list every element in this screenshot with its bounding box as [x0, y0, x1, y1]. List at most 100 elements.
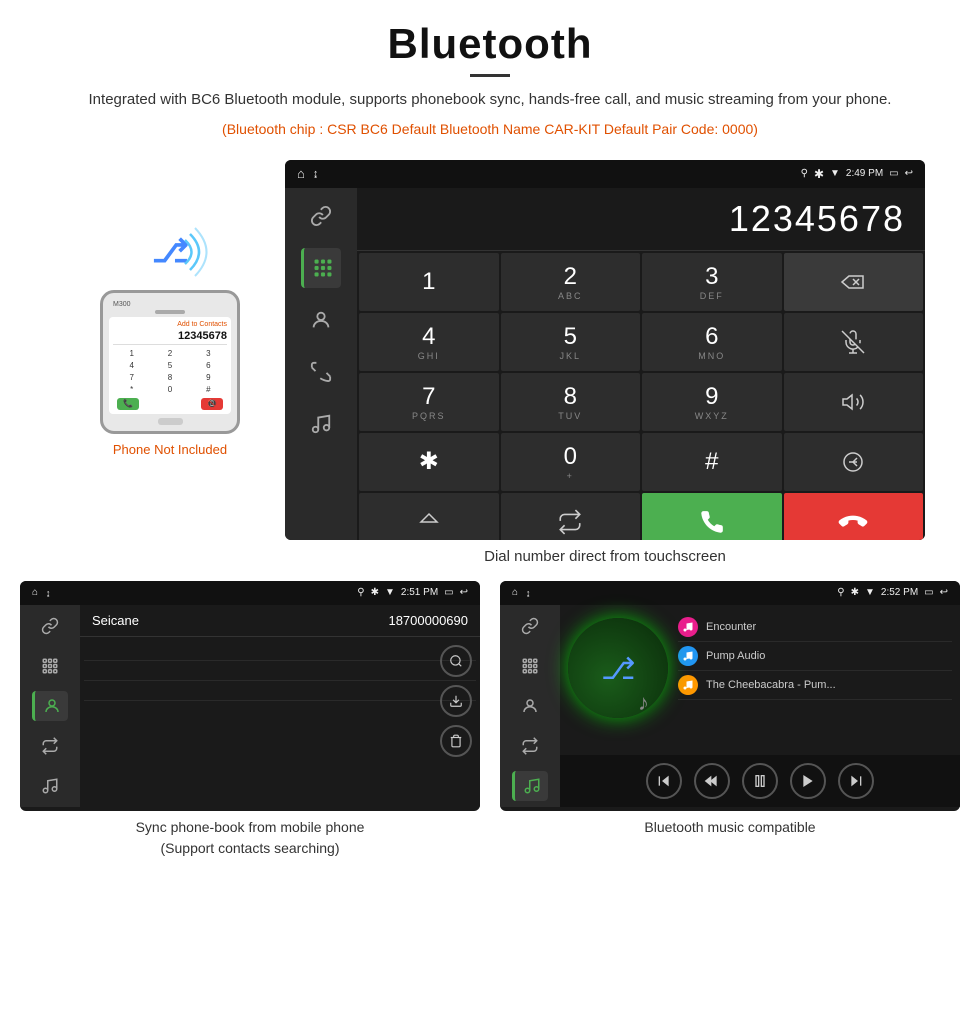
phone-key-hash[interactable]: #	[190, 384, 227, 395]
dial-key-4[interactable]: 4 GHI	[359, 313, 499, 371]
sidebar-contact-icon[interactable]	[301, 300, 341, 340]
dial-key-2[interactable]: 2 ABC	[501, 253, 641, 311]
bluetooth-status-icon: ✱	[814, 167, 824, 181]
phone-top-bar: M300	[109, 299, 231, 310]
music-screen-wrap: ⌂ ↨ ⚲ ✱ ▼ 2:52 PM ▭ ↩	[500, 581, 960, 859]
music-sidebar-contact[interactable]	[512, 691, 548, 721]
phone-key-7[interactable]: 7	[113, 372, 150, 383]
vinyl-disc: ⎇ ♪	[568, 618, 668, 718]
music-pause-button[interactable]	[742, 763, 778, 799]
contacts-delete-button[interactable]	[440, 725, 472, 757]
sidebar-call-transfer-icon[interactable]	[301, 352, 341, 392]
contacts-sidebar-contact[interactable]	[32, 691, 68, 721]
contacts-download-button[interactable]	[440, 685, 472, 717]
contacts-search-button[interactable]	[440, 645, 472, 677]
music-rewind-button[interactable]	[694, 763, 730, 799]
contacts-sidebar	[20, 605, 80, 807]
dial-key-call[interactable]	[642, 493, 782, 540]
music-next-button[interactable]	[838, 763, 874, 799]
dial-key-6[interactable]: 6 MNO	[642, 313, 782, 371]
dial-keypad: 1 2 ABC 3 DEF	[357, 251, 925, 540]
music-note-sidebar-icon	[41, 777, 59, 795]
music-contact-icon	[521, 697, 539, 715]
contacts-sidebar-link[interactable]	[32, 611, 68, 641]
page-subtitle: Integrated with BC6 Bluetooth module, su…	[80, 89, 900, 112]
svg-text:⎇: ⎇	[601, 653, 636, 686]
music-home-icon: ⌂	[512, 587, 518, 598]
music-play-button[interactable]	[790, 763, 826, 799]
dial-key-contacts[interactable]	[359, 493, 499, 540]
dial-key-volume[interactable]	[784, 373, 924, 431]
dial-key-end[interactable]	[784, 493, 924, 540]
phone-carrier: M300	[113, 301, 131, 308]
contacts-pin-icon: ⚲	[357, 587, 364, 598]
music-pin-icon: ⚲	[837, 587, 844, 598]
contacts-tools	[440, 645, 472, 757]
music-controls	[560, 755, 960, 807]
phone-call-button[interactable]: 📞	[117, 398, 139, 410]
sidebar-keypad-icon[interactable]	[301, 248, 341, 288]
music-icon-3	[682, 679, 694, 691]
phone-key-1[interactable]: 1	[113, 348, 150, 359]
phone-end-button[interactable]: 📵	[201, 398, 223, 410]
track-3-name: The Cheebacabra - Pum...	[706, 679, 836, 691]
music-signal-icon: ▼	[865, 587, 875, 598]
dial-key-transfer[interactable]	[501, 493, 641, 540]
phone-speaker	[155, 310, 185, 314]
music-sidebar-call[interactable]	[512, 731, 548, 761]
backspace-icon	[839, 272, 867, 292]
music-sidebar-link[interactable]	[512, 611, 548, 641]
skip-forward-icon	[848, 773, 864, 789]
dial-key-star[interactable]: ✱	[359, 433, 499, 491]
phone-key-3[interactable]: 3	[190, 348, 227, 359]
dial-number-display: 12345678	[357, 188, 925, 251]
dial-key-9[interactable]: 9 WXYZ	[642, 373, 782, 431]
phone-key-8[interactable]: 8	[151, 372, 188, 383]
track-1[interactable]: Encounter	[678, 613, 952, 642]
track-2[interactable]: Pump Audio	[678, 642, 952, 671]
dial-key-hash[interactable]: #	[642, 433, 782, 491]
phone-home-button[interactable]	[158, 418, 183, 425]
music-sidebar-music[interactable]	[512, 771, 548, 801]
track-3[interactable]: The Cheebacabra - Pum...	[678, 671, 952, 700]
phone-key-4[interactable]: 4	[113, 360, 150, 371]
dial-key-backspace[interactable]	[784, 253, 924, 311]
dial-key-swap[interactable]	[784, 433, 924, 491]
contacts-sidebar-call[interactable]	[32, 731, 68, 761]
phone-key-5[interactable]: 5	[151, 360, 188, 371]
music-track-list: Encounter Pump Audio	[678, 613, 952, 747]
call-icon	[699, 509, 725, 535]
phone-key-0[interactable]: 0	[151, 384, 188, 395]
volume-icon	[841, 390, 865, 414]
sidebar-music-icon[interactable]	[301, 404, 341, 444]
dial-key-mute[interactable]	[784, 313, 924, 371]
transfer-icon	[557, 509, 583, 535]
time-display: 2:49 PM	[846, 168, 883, 179]
dial-key-3[interactable]: 3 DEF	[642, 253, 782, 311]
music-prev-prev-button[interactable]	[646, 763, 682, 799]
contacts-sidebar-keypad[interactable]	[32, 651, 68, 681]
music-sidebar-keypad[interactable]	[512, 651, 548, 681]
phone-key-2[interactable]: 2	[151, 348, 188, 359]
music-back-icon: ↩	[940, 587, 948, 598]
call-transfer-icon	[41, 737, 59, 755]
dial-key-0[interactable]: 0 +	[501, 433, 641, 491]
dial-car-screen: ⌂ ↨ ⚲ ✱ ▼ 2:49 PM ▭ ↩	[285, 160, 925, 540]
phone-key-6[interactable]: 6	[190, 360, 227, 371]
music-icon-1	[682, 621, 694, 633]
dial-key-1[interactable]: 1	[359, 253, 499, 311]
swap-icon	[841, 450, 865, 474]
music-caption: Bluetooth music compatible	[644, 817, 815, 838]
battery-icon: ▭	[889, 168, 898, 179]
dial-key-7[interactable]: 7 PQRS	[359, 373, 499, 431]
music-link-icon	[521, 617, 539, 635]
phone-key-9[interactable]: 9	[190, 372, 227, 383]
contacts-sidebar-music[interactable]	[32, 771, 68, 801]
dial-key-8[interactable]: 8 TUV	[501, 373, 641, 431]
dial-key-5[interactable]: 5 JKL	[501, 313, 641, 371]
sidebar-link-icon[interactable]	[301, 196, 341, 236]
contacts-back-icon: ↩	[460, 587, 468, 598]
contact-number: 18700000690	[388, 613, 468, 628]
bottom-section: ⌂ ↨ ⚲ ✱ ▼ 2:51 PM ▭ ↩	[30, 581, 950, 859]
phone-key-star[interactable]: *	[113, 384, 150, 395]
